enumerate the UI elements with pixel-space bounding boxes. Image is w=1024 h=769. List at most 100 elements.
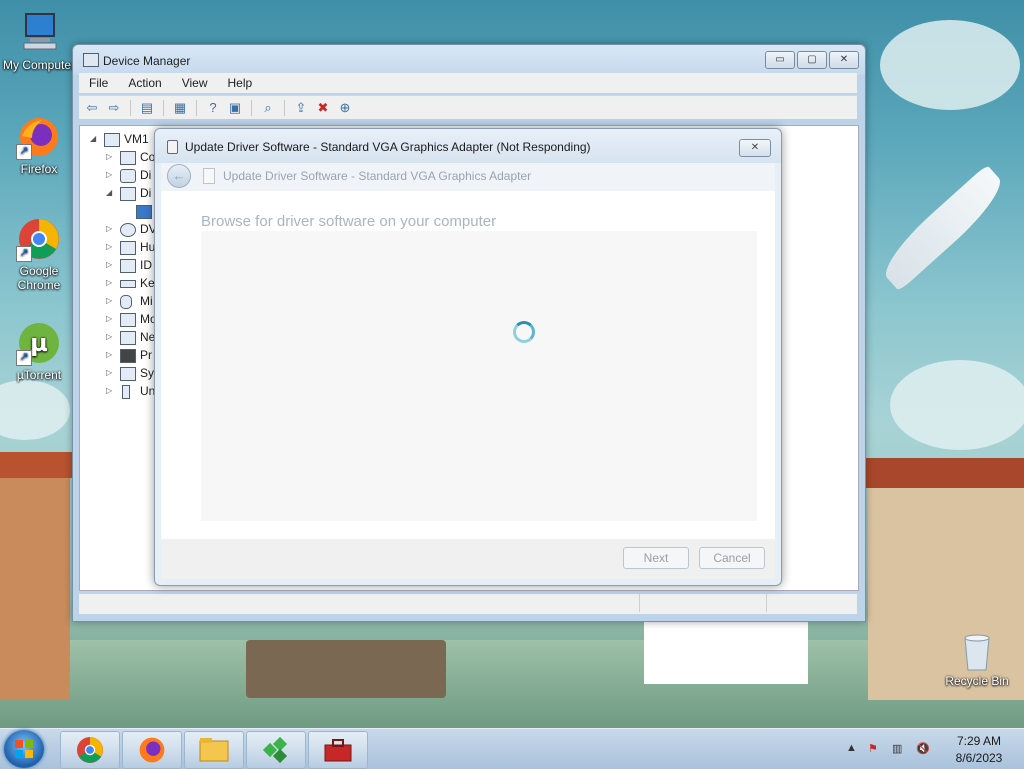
dialog-body: Browse for driver software on your compu… bbox=[161, 191, 775, 539]
usb-device-icon bbox=[167, 140, 178, 154]
network-icon[interactable]: ▥ bbox=[892, 742, 902, 755]
chrome-icon bbox=[76, 736, 104, 764]
desktop-icon-firefox[interactable]: ↗ Firefox bbox=[2, 114, 76, 176]
loading-spinner-icon bbox=[513, 321, 535, 343]
scan-hardware-icon[interactable]: ⌕ bbox=[259, 100, 277, 116]
forward-arrow-icon[interactable]: ⇨ bbox=[105, 100, 123, 116]
volume-muted-icon[interactable]: 🔇 bbox=[916, 742, 930, 755]
windows-logo-icon bbox=[15, 740, 33, 758]
hid-icon bbox=[120, 241, 136, 255]
dialog-nav-bar: ← Update Driver Software - Standard VGA … bbox=[161, 163, 775, 191]
clock[interactable]: 7:29 AM 8/6/2023 bbox=[944, 733, 1014, 767]
desktop-icon-label: My Computer bbox=[2, 58, 76, 72]
mouse-icon bbox=[120, 295, 132, 309]
network-app-icon bbox=[262, 736, 288, 764]
cancel-button[interactable]: Cancel bbox=[699, 547, 765, 569]
menu-bar: File Action View Help bbox=[79, 73, 857, 93]
uninstall-device-icon[interactable]: ✖ bbox=[314, 100, 332, 116]
feather-wallpaper-detail bbox=[875, 164, 1011, 292]
desktop-icon-label: µTorrent bbox=[16, 368, 62, 382]
show-hidden-icons-icon[interactable]: ▲ bbox=[846, 742, 857, 754]
firefox-icon: ↗ bbox=[16, 114, 62, 160]
processor-icon bbox=[120, 349, 136, 363]
back-arrow-icon[interactable]: ⇦ bbox=[83, 100, 101, 116]
taskbar-firefox[interactable] bbox=[122, 731, 182, 769]
add-legacy-icon[interactable]: ⊕ bbox=[336, 100, 354, 116]
toolbox-app-icon bbox=[324, 739, 352, 762]
computer-icon bbox=[120, 151, 136, 165]
toolbar: ⇦ ⇨ ▤ ▦ ? ▣ ⌕ ⇪ ✖ ⊕ bbox=[79, 95, 857, 119]
window-title: Device Manager bbox=[103, 54, 191, 68]
wallpaper-block bbox=[246, 640, 446, 698]
clock-time: 7:29 AM bbox=[956, 734, 1002, 748]
taskbar-network-app[interactable] bbox=[246, 731, 306, 769]
desktop-icon-utorrent[interactable]: µ ↗ µTorrent bbox=[2, 320, 76, 382]
help-icon[interactable]: ? bbox=[204, 100, 222, 116]
action-center-icon[interactable]: ⚑ bbox=[868, 742, 878, 755]
status-bar bbox=[79, 593, 857, 614]
usb-device-icon bbox=[203, 168, 215, 184]
dialog-heading: Browse for driver software on your compu… bbox=[201, 213, 497, 230]
cloud bbox=[0, 380, 70, 440]
firefox-icon bbox=[139, 737, 165, 763]
monitor-icon bbox=[120, 313, 136, 327]
computer-icon bbox=[16, 10, 62, 56]
taskbar: ▲ ⚑ ▥ 🔇 7:29 AM 8/6/2023 bbox=[0, 728, 1024, 769]
shortcut-arrow-icon: ↗ bbox=[16, 246, 32, 262]
cloud bbox=[880, 20, 1020, 110]
wallpaper-house-left bbox=[0, 452, 82, 700]
blank-patch bbox=[644, 620, 808, 684]
taskbar-toolbox-app[interactable] bbox=[308, 731, 368, 769]
back-button[interactable]: ← bbox=[167, 164, 191, 188]
disk-drive-icon bbox=[120, 169, 136, 183]
system-device-icon bbox=[120, 367, 136, 381]
desktop-icon-my-computer[interactable]: My Computer bbox=[2, 10, 76, 72]
usb-icon bbox=[122, 385, 130, 399]
computer-icon bbox=[104, 133, 120, 147]
display-adapter-icon bbox=[120, 187, 136, 201]
dvd-drive-icon bbox=[120, 223, 136, 237]
device-manager-titlebar[interactable]: Device Manager ▭ ▢ ✕ bbox=[73, 45, 865, 75]
chrome-icon: ↗ bbox=[16, 216, 62, 262]
clock-date: 8/6/2023 bbox=[955, 751, 1003, 765]
close-button[interactable]: ✕ bbox=[829, 51, 859, 69]
show-hide-tree-icon[interactable]: ▤ bbox=[138, 100, 156, 116]
display-adapter-icon bbox=[136, 205, 152, 219]
desktop-icon-label: Google Chrome bbox=[17, 264, 61, 292]
update-driver-dialog[interactable]: Update Driver Software - Standard VGA Gr… bbox=[154, 128, 782, 586]
keyboard-icon bbox=[120, 280, 136, 288]
dialog-title: Update Driver Software - Standard VGA Gr… bbox=[185, 140, 591, 154]
update-driver-icon[interactable]: ⇪ bbox=[292, 100, 310, 116]
dialog-close-button[interactable]: ✕ bbox=[739, 139, 771, 157]
utorrent-icon: µ ↗ bbox=[16, 320, 62, 366]
menu-file[interactable]: File bbox=[79, 73, 118, 93]
menu-help[interactable]: Help bbox=[218, 73, 263, 93]
minimize-button[interactable]: ▭ bbox=[765, 51, 795, 69]
dialog-titlebar[interactable]: Update Driver Software - Standard VGA Gr… bbox=[155, 129, 781, 163]
shortcut-arrow-icon: ↗ bbox=[16, 144, 32, 160]
device-view-icon[interactable]: ▣ bbox=[226, 100, 244, 116]
menu-view[interactable]: View bbox=[172, 73, 218, 93]
cloud bbox=[890, 360, 1024, 450]
taskbar-file-explorer[interactable] bbox=[184, 731, 244, 769]
menu-action[interactable]: Action bbox=[118, 73, 171, 93]
system-tray: ▲ ⚑ ▥ 🔇 7:29 AM 8/6/2023 bbox=[844, 729, 1024, 769]
recycle-bin-icon bbox=[959, 632, 995, 672]
svg-text:µ: µ bbox=[30, 329, 48, 357]
dialog-footer: Next Cancel bbox=[161, 539, 775, 579]
ide-controller-icon bbox=[120, 259, 136, 273]
desktop-icon-label: Firefox bbox=[20, 162, 58, 176]
start-button[interactable] bbox=[4, 730, 44, 768]
taskbar-chrome[interactable] bbox=[60, 731, 120, 769]
restore-button[interactable]: ▢ bbox=[797, 51, 827, 69]
file-explorer-icon bbox=[199, 738, 229, 762]
desktop-icon-label: Recycle Bin bbox=[945, 674, 1009, 688]
network-adapter-icon bbox=[120, 331, 136, 345]
desktop-icon-chrome[interactable]: ↗ Google Chrome bbox=[2, 216, 76, 292]
desktop-icon-recycle-bin[interactable]: Recycle Bin bbox=[940, 632, 1014, 688]
properties-icon[interactable]: ▦ bbox=[171, 100, 189, 116]
shortcut-arrow-icon: ↗ bbox=[16, 350, 32, 366]
dialog-content-panel bbox=[201, 231, 757, 521]
device-manager-icon bbox=[83, 53, 99, 67]
next-button[interactable]: Next bbox=[623, 547, 689, 569]
